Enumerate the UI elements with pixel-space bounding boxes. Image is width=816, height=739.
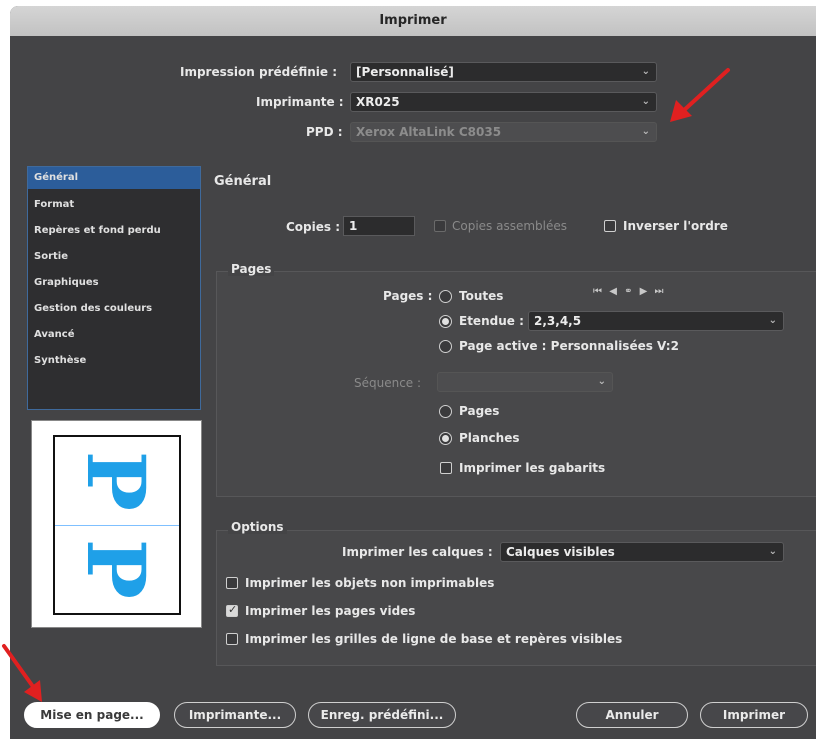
range-input[interactable]: 2,3,4,5 ⌄: [528, 311, 784, 331]
all-pages-label: Toutes: [459, 289, 504, 303]
preset-select[interactable]: [Personnalisé] ⌄: [350, 62, 657, 82]
pages-heading: Pages: [228, 262, 275, 276]
first-page-icon[interactable]: ⏮: [593, 286, 602, 297]
page-preview: P P: [31, 420, 202, 628]
pages-option-label: Pages: [459, 404, 500, 418]
active-page-label: Page active : Personnalisées V:2: [459, 339, 679, 353]
sidebar-item-format[interactable]: Format: [28, 193, 200, 219]
ppd-value: Xerox AltaLink C8035: [356, 125, 502, 139]
print-button[interactable]: Imprimer: [700, 702, 808, 728]
preset-label: Impression prédéfinie :: [180, 65, 338, 79]
preset-value: [Personnalisé]: [356, 65, 454, 79]
spreads-option-label: Planches: [459, 431, 520, 445]
cancel-button[interactable]: Annuler: [576, 702, 688, 728]
preview-glyph-top: P: [69, 450, 163, 512]
sidebar-item-marks-bleed[interactable]: Repères et fond perdu: [28, 219, 200, 245]
pages-option-radio[interactable]: [439, 405, 452, 418]
annotation-arrow-page-setup: [2, 644, 42, 702]
chevron-down-icon: ⌄: [641, 96, 650, 107]
reverse-order-label: Inverser l'ordre: [623, 219, 728, 233]
dialog-title: Imprimer: [10, 6, 816, 36]
layers-value: Calques visibles: [506, 545, 615, 559]
last-page-icon[interactable]: ⏭: [655, 286, 664, 297]
sidebar-item-output[interactable]: Sortie: [28, 245, 200, 271]
pages-label: Pages :: [383, 289, 433, 303]
nonprinting-objects-label: Imprimer les objets non imprimables: [245, 576, 495, 590]
range-radio[interactable]: [439, 315, 452, 328]
collate-checkbox: [434, 220, 446, 232]
chevron-down-icon: ⌄: [641, 126, 650, 137]
sidebar-item-summary[interactable]: Synthèse: [28, 349, 200, 375]
copies-input[interactable]: 1: [343, 216, 415, 236]
general-heading: Général: [214, 174, 272, 189]
save-preset-button[interactable]: Enreg. prédéfini...: [308, 702, 456, 728]
print-masters-checkbox[interactable]: [440, 462, 452, 474]
prev-page-icon[interactable]: ◀: [609, 286, 617, 297]
baseline-grids-checkbox[interactable]: [226, 633, 238, 645]
spreads-option-radio[interactable]: [439, 432, 452, 445]
options-heading: Options: [228, 520, 287, 534]
layers-label: Imprimer les calques :: [342, 545, 493, 559]
chevron-down-icon: ⌄: [597, 376, 606, 387]
blank-pages-label: Imprimer les pages vides: [245, 604, 416, 618]
collate-label: Copies assemblées: [452, 219, 568, 233]
baseline-grids-label: Imprimer les grilles de ligne de base et…: [245, 632, 623, 646]
page-link-icon[interactable]: ⚭: [624, 286, 632, 297]
preview-sheet: P P: [53, 435, 181, 615]
chevron-down-icon: ⌄: [768, 546, 777, 557]
printer-select[interactable]: XR025 ⌄: [350, 92, 657, 112]
printer-label: Imprimante :: [256, 95, 344, 109]
range-value: 2,3,4,5: [534, 314, 582, 328]
preview-divider: [55, 525, 179, 526]
sidebar-item-graphics[interactable]: Graphiques: [28, 271, 200, 297]
page-navigation: ⏮ ◀ ⚭ ▶ ⏭: [593, 286, 703, 302]
sequence-select: ⌄: [437, 372, 613, 392]
category-sidebar: Général Format Repères et fond perdu Sor…: [27, 166, 201, 410]
reverse-order-checkbox[interactable]: [604, 220, 616, 232]
sequence-label: Séquence :: [354, 376, 422, 390]
ppd-label: PPD :: [306, 125, 343, 139]
chevron-down-icon[interactable]: ⌄: [769, 312, 777, 330]
sidebar-item-general[interactable]: Général: [28, 167, 200, 189]
next-page-icon[interactable]: ▶: [640, 286, 648, 297]
printer-button[interactable]: Imprimante...: [174, 702, 296, 728]
nonprinting-objects-checkbox[interactable]: [226, 577, 238, 589]
sidebar-item-advanced[interactable]: Avancé: [28, 323, 200, 349]
sidebar-item-color-management[interactable]: Gestion des couleurs: [28, 297, 200, 323]
blank-pages-checkbox[interactable]: [226, 603, 238, 617]
copies-label: Copies :: [286, 220, 341, 234]
all-pages-radio[interactable]: [439, 290, 452, 303]
chevron-down-icon: ⌄: [641, 66, 650, 77]
layers-select[interactable]: Calques visibles ⌄: [500, 542, 784, 562]
active-page-radio[interactable]: [439, 340, 452, 353]
range-label: Etendue :: [459, 314, 524, 328]
preview-glyph-bottom: P: [69, 538, 163, 600]
printer-value: XR025: [356, 95, 400, 109]
print-masters-label: Imprimer les gabarits: [459, 461, 606, 475]
annotation-arrow-ppd: [670, 68, 730, 122]
ppd-select: Xerox AltaLink C8035 ⌄: [350, 122, 657, 142]
